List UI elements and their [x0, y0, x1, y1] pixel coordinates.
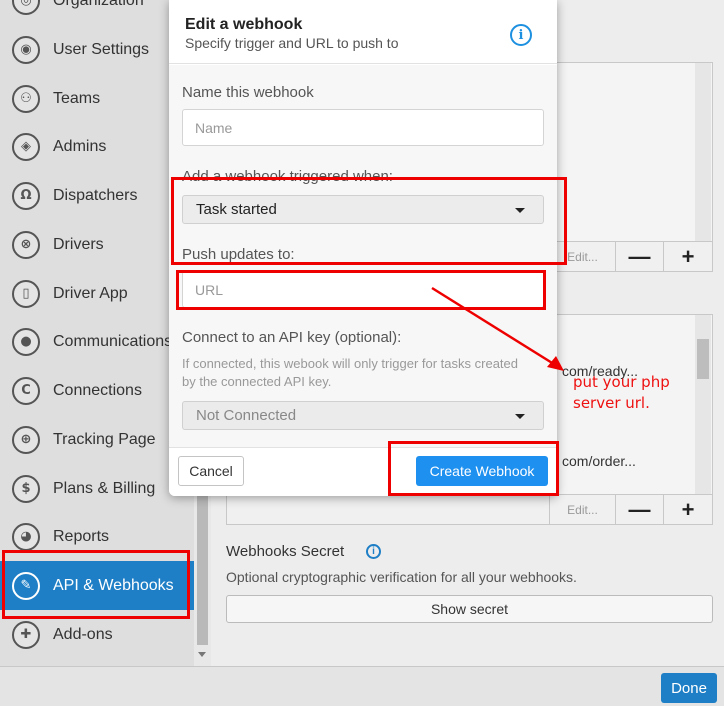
- annotation-arrow: [431, 286, 564, 371]
- annotation-note: put your php server url.: [573, 373, 670, 412]
